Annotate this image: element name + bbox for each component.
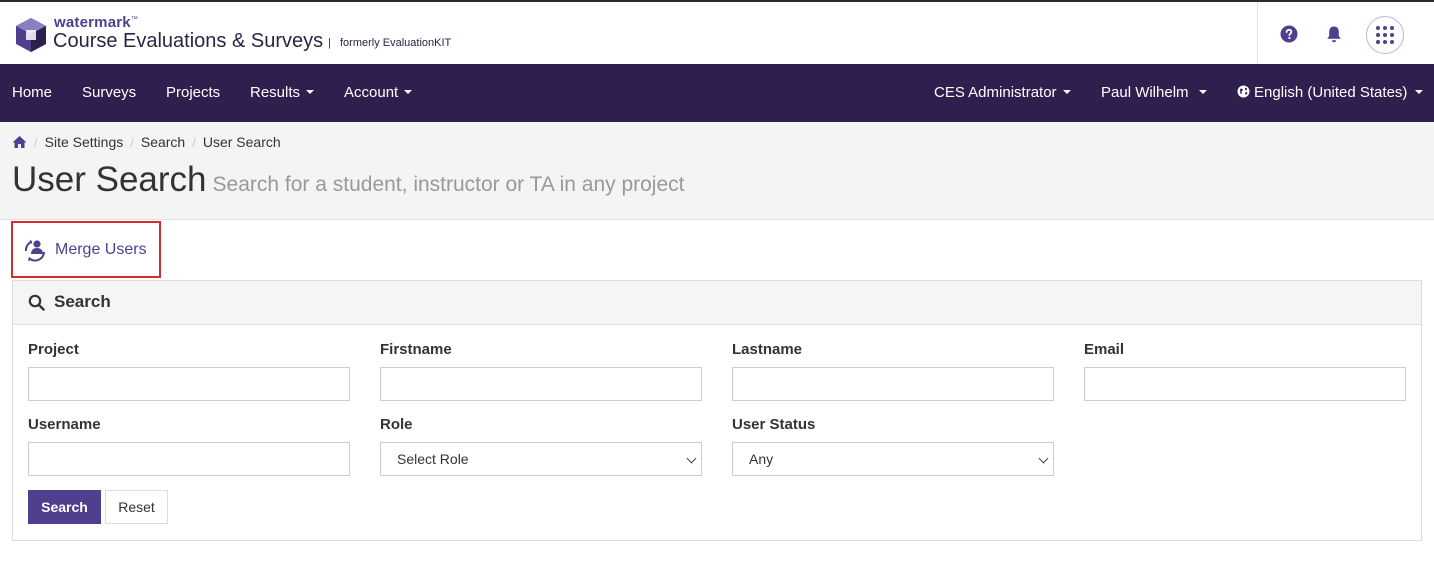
brand-formerly: formerly EvaluationKIT	[340, 37, 452, 49]
page-header: / Site Settings / Search / User Search U…	[0, 122, 1434, 220]
breadcrumb-user-search: User Search	[202, 134, 281, 150]
role-select[interactable]: Select Role	[380, 442, 702, 476]
watermark-logo-icon[interactable]	[16, 18, 46, 52]
lastname-input[interactable]	[732, 367, 1054, 401]
nav-home[interactable]: Home	[12, 64, 52, 122]
nav-user-menu[interactable]: Paul Wilhelm	[1101, 64, 1207, 122]
lastname-label: Lastname	[732, 341, 803, 358]
user-status-label: User Status	[732, 416, 816, 433]
search-panel-title: Search	[28, 292, 111, 312]
home-icon[interactable]	[12, 135, 27, 149]
chevron-down-icon	[686, 453, 697, 464]
bell-icon[interactable]	[1324, 24, 1344, 44]
breadcrumb-search[interactable]: Search	[141, 134, 185, 150]
merge-users-icon	[24, 239, 45, 262]
breadcrumb-separator: /	[34, 134, 38, 150]
user-status-select-value: Any	[749, 451, 774, 467]
caret-down-icon	[1062, 90, 1071, 95]
merge-users-link[interactable]: Merge Users	[22, 237, 147, 263]
user-status-select[interactable]: Any	[732, 442, 1054, 476]
breadcrumb-separator: /	[192, 134, 196, 150]
top-header: watermark™ Course Evaluations & Surveys …	[0, 0, 1434, 64]
firstname-label: Firstname	[380, 341, 452, 358]
nav-role-menu[interactable]: CES Administrator	[934, 64, 1071, 122]
page-title: User Search Search for a student, instruc…	[12, 160, 685, 200]
nav-account[interactable]: Account	[344, 64, 413, 122]
page-title-text: User Search	[12, 160, 207, 199]
project-input[interactable]	[28, 367, 350, 401]
project-label: Project	[28, 341, 79, 358]
breadcrumb-site-settings[interactable]: Site Settings	[45, 134, 124, 150]
username-label: Username	[28, 416, 101, 433]
nav-results[interactable]: Results	[250, 64, 315, 122]
nav-language-menu[interactable]: English (United States)	[1237, 64, 1424, 122]
caret-down-icon	[306, 90, 315, 95]
page-subtitle: Search for a student, instructor or TA i…	[212, 173, 685, 196]
firstname-input[interactable]	[380, 367, 702, 401]
caret-down-icon	[404, 90, 413, 95]
email-label: Email	[1084, 341, 1125, 358]
brand-product-name: Course Evaluations & Surveys	[53, 30, 324, 52]
nav-surveys[interactable]: Surveys	[82, 64, 136, 122]
help-icon[interactable]	[1279, 24, 1299, 44]
caret-down-icon	[1198, 90, 1207, 95]
brand-watermark: watermark™	[54, 14, 139, 31]
chevron-down-icon	[1038, 453, 1049, 464]
header-divider	[1257, 2, 1258, 64]
main-nav: Home Surveys Projects Results Account CE…	[0, 64, 1434, 122]
reset-button[interactable]: Reset	[105, 490, 168, 524]
search-button[interactable]: Search	[28, 490, 101, 524]
nav-projects[interactable]: Projects	[166, 64, 220, 122]
email-input[interactable]	[1084, 367, 1406, 401]
globe-icon	[1237, 85, 1250, 98]
breadcrumb: / Site Settings / Search / User Search	[12, 134, 281, 150]
search-icon	[28, 294, 45, 311]
breadcrumb-separator: /	[130, 134, 134, 150]
username-input[interactable]	[28, 442, 350, 476]
search-panel: Search Project Firstname Lastname Email …	[12, 280, 1422, 541]
apps-grid-icon[interactable]	[1366, 16, 1404, 54]
role-label: Role	[380, 416, 413, 433]
caret-down-icon	[1415, 90, 1424, 95]
search-panel-title-text: Search	[54, 292, 111, 311]
merge-users-label: Merge Users	[55, 241, 147, 258]
search-panel-header: Search	[13, 281, 1421, 325]
role-select-value: Select Role	[397, 451, 469, 467]
brand-separator: |	[328, 37, 331, 49]
